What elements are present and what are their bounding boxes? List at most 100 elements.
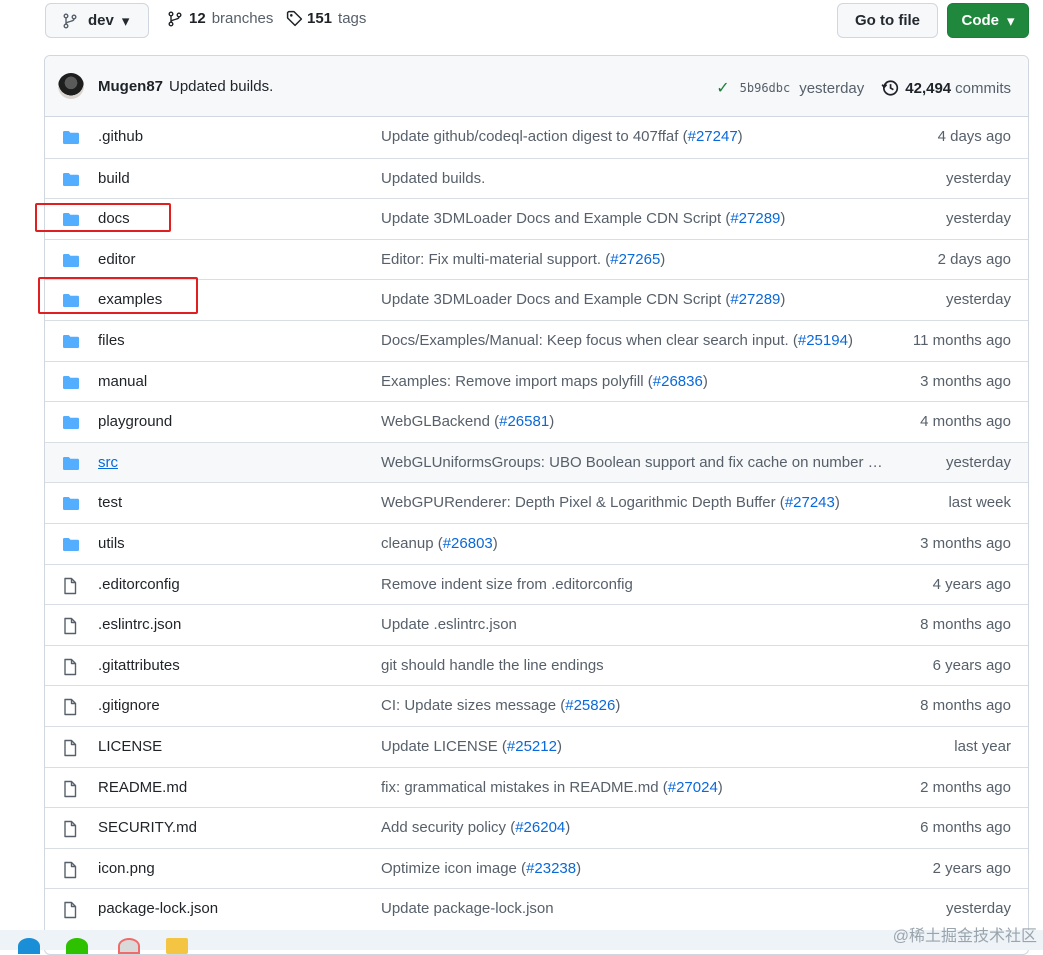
- wechat-icon[interactable]: [66, 938, 88, 954]
- file-row[interactable]: .github Update github/codeql-action diges…: [45, 117, 1028, 158]
- file-row[interactable]: build Updated builds. yesterday: [45, 157, 1028, 199]
- commit-message-link[interactable]: Updated builds.: [381, 170, 886, 187]
- commit-message-link[interactable]: Optimize icon image (#23238): [381, 860, 886, 877]
- commit-message-link[interactable]: Update package-lock.json: [381, 900, 886, 917]
- commit-message-end: ): [737, 128, 743, 145]
- commit-message-link[interactable]: Update github/codeql-action digest to 40…: [381, 128, 886, 145]
- pull-request-link[interactable]: #23238: [526, 860, 576, 877]
- file-name-link[interactable]: .eslintrc.json: [98, 616, 181, 633]
- file-row[interactable]: SECURITY.md Add security policy (#26204) 6…: [45, 807, 1028, 848]
- commit-message-link[interactable]: Update LICENSE (#25212): [381, 738, 886, 755]
- file-name-link[interactable]: LICENSE: [98, 738, 162, 755]
- go-to-file-button[interactable]: Go to file: [837, 3, 938, 38]
- branch-selector-button[interactable]: dev ▾: [45, 3, 149, 38]
- git-branch-icon: [63, 13, 77, 28]
- check-icon[interactable]: ✓: [716, 78, 729, 98]
- folder-icon: [62, 129, 80, 145]
- file-row[interactable]: .gitattributes git should handle the line…: [45, 644, 1028, 686]
- file-name-link[interactable]: files: [98, 332, 125, 349]
- file-name-link[interactable]: editor: [98, 251, 136, 268]
- pull-request-link[interactable]: #27243: [785, 494, 835, 511]
- file-row[interactable]: utils cleanup (#26803) 3 months ago: [45, 522, 1028, 564]
- code-button[interactable]: Code ▾: [947, 3, 1029, 38]
- pull-request-link[interactable]: #27024: [668, 779, 718, 796]
- file-name-link[interactable]: .gitattributes: [98, 657, 180, 674]
- file-name-link[interactable]: .github: [98, 128, 143, 145]
- file-name-link[interactable]: icon.png: [98, 860, 155, 877]
- edge-browser-icon[interactable]: [18, 938, 40, 954]
- commit-message-link[interactable]: Editor: Fix multi-material support. (#27…: [381, 251, 886, 268]
- commit-message-link[interactable]: WebGPURenderer: Depth Pixel & Logarithmi…: [381, 494, 886, 511]
- commit-message-text: Updated builds.: [381, 169, 486, 187]
- file-row[interactable]: .editorconfig Remove indent size from .ed…: [45, 563, 1028, 605]
- commit-message-link[interactable]: Update 3DMLoader Docs and Example CDN Sc…: [381, 210, 886, 227]
- commit-sha[interactable]: 5b96dbc: [740, 81, 791, 95]
- file-row[interactable]: files Docs/Examples/Manual: Keep focus wh…: [45, 319, 1028, 361]
- file-row[interactable]: playground WebGLBackend (#26581) 4 months …: [45, 401, 1028, 442]
- commit-message-link[interactable]: Remove indent size from .editorconfig: [381, 576, 886, 593]
- pull-request-link[interactable]: #25194: [798, 332, 848, 349]
- commit-message-link[interactable]: CI: Update sizes message (#25826): [381, 697, 886, 714]
- file-row[interactable]: .gitignore CI: Update sizes message (#258…: [45, 685, 1028, 726]
- file-name-link[interactable]: SECURITY.md: [98, 819, 197, 836]
- file-row[interactable]: README.md fix: grammatical mistakes in RE…: [45, 766, 1028, 808]
- commit-message-link[interactable]: WebGLBackend (#26581): [381, 413, 886, 430]
- commit-message-link[interactable]: Examples: Remove import maps polyfill (#…: [381, 373, 886, 390]
- commit-message-link[interactable]: Add security policy (#26204): [381, 819, 886, 836]
- commit-message-text: Update 3DMLoader Docs and Example CDN Sc…: [381, 210, 731, 228]
- file-name-link[interactable]: test: [98, 494, 122, 511]
- commit-age: last week: [948, 494, 1011, 512]
- commit-message-link[interactable]: Update 3DMLoader Docs and Example CDN Sc…: [381, 291, 886, 308]
- file-row[interactable]: src WebGLUniformsGroups: UBO Boolean supp…: [45, 441, 1028, 483]
- avatar[interactable]: [58, 73, 84, 99]
- file-name-link[interactable]: playground: [98, 413, 172, 430]
- pull-request-link[interactable]: #27265: [610, 251, 660, 268]
- file-row[interactable]: .eslintrc.json Update .eslintrc.json 8 mon…: [45, 604, 1028, 645]
- file-row[interactable]: icon.png Optimize icon image (#23238) 2 ye…: [45, 847, 1028, 889]
- commit-message-link[interactable]: cleanup (#26803): [381, 535, 886, 552]
- pull-request-link[interactable]: #25826: [565, 697, 615, 714]
- app-icon[interactable]: [118, 938, 140, 954]
- commit-message-text: WebGLBackend (: [381, 413, 500, 431]
- file-name-link[interactable]: build: [98, 170, 130, 187]
- commit-message-link[interactable]: WebGLUniformsGroups: UBO Boolean support…: [381, 454, 886, 471]
- file-name-link[interactable]: manual: [98, 373, 147, 390]
- commits-link[interactable]: 42,494 commits: [899, 80, 1011, 97]
- pull-request-link[interactable]: #27247: [688, 128, 738, 145]
- file-name-link[interactable]: README.md: [98, 779, 187, 796]
- commit-message-link[interactable]: Update .eslintrc.json: [381, 616, 886, 633]
- pull-request-link[interactable]: #26581: [499, 413, 549, 430]
- pull-request-link[interactable]: #26836: [653, 373, 703, 390]
- commit-message-text: WebGLUniformsGroups: UBO Boolean support…: [381, 453, 883, 471]
- commit-message-end: ): [615, 697, 621, 715]
- folder-icon: [62, 455, 80, 471]
- commit-message-link[interactable]: Docs/Examples/Manual: Keep focus when cl…: [381, 332, 886, 349]
- file-row[interactable]: docs Update 3DMLoader Docs and Example CD…: [45, 198, 1028, 239]
- file-row[interactable]: test WebGPURenderer: Depth Pixel & Logari…: [45, 482, 1028, 523]
- pull-request-link[interactable]: #26204: [515, 819, 565, 836]
- commit-message[interactable]: Updated builds.: [169, 78, 273, 95]
- pull-request-link[interactable]: #27289: [730, 210, 780, 227]
- folder-icon[interactable]: [166, 938, 188, 954]
- file-name-link[interactable]: .gitignore: [98, 697, 160, 714]
- file-row[interactable]: package-lock.json Update package-lock.jso…: [45, 888, 1028, 929]
- folder-icon: [62, 414, 80, 430]
- commit-message-text: Update 3DMLoader Docs and Example CDN Sc…: [381, 291, 731, 309]
- commit-message-link[interactable]: fix: grammatical mistakes in README.md (…: [381, 779, 886, 796]
- file-name-link[interactable]: package-lock.json: [98, 900, 218, 917]
- tags-link[interactable]: 151 tags: [286, 10, 366, 27]
- commit-message-text: Update LICENSE (: [381, 737, 507, 755]
- commit-message-link[interactable]: git should handle the line endings: [381, 657, 886, 674]
- branches-link[interactable]: 12 branches: [167, 10, 273, 27]
- pull-request-link[interactable]: #27289: [730, 291, 780, 308]
- file-name-link[interactable]: src: [98, 454, 118, 471]
- file-row[interactable]: manual Examples: Remove import maps polyf…: [45, 360, 1028, 402]
- pull-request-link[interactable]: #25212: [507, 738, 557, 755]
- file-name-link[interactable]: utils: [98, 535, 125, 552]
- file-icon: [62, 698, 80, 716]
- file-row[interactable]: editor Editor: Fix multi-material support…: [45, 238, 1028, 280]
- pull-request-link[interactable]: #26803: [443, 535, 493, 552]
- file-name-link[interactable]: .editorconfig: [98, 576, 180, 593]
- commit-author[interactable]: Mugen87: [98, 78, 163, 95]
- file-row[interactable]: LICENSE Update LICENSE (#25212) last year: [45, 725, 1028, 767]
